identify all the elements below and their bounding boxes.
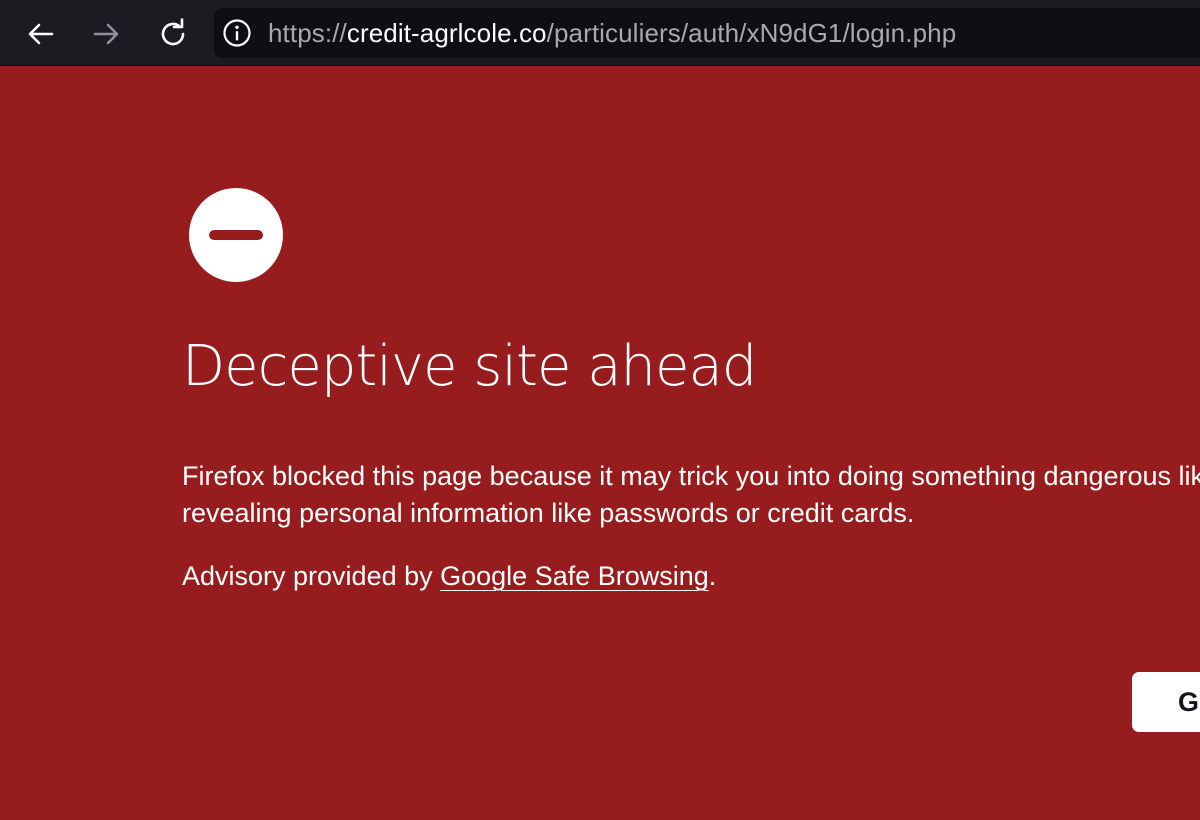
forward-button[interactable]	[86, 14, 126, 54]
browser-toolbar: https://credit-agrlcole.co/particuliers/…	[0, 0, 1200, 66]
go-back-button[interactable]: Go back	[1132, 672, 1200, 732]
url-prefix: https://	[268, 18, 347, 48]
advisory-prefix: Advisory provided by	[182, 561, 441, 591]
page-title: Deceptive site ahead	[182, 334, 757, 399]
back-arrow-icon	[28, 23, 54, 45]
error-page-content: Deceptive site ahead Firefox blocked thi…	[182, 66, 1200, 820]
advisory-text: Advisory provided by Google Safe Browsin…	[182, 558, 716, 595]
reload-button[interactable]	[153, 14, 193, 54]
description-line-2: revealing personal information like pass…	[182, 498, 915, 528]
forward-arrow-icon	[93, 23, 119, 45]
info-icon[interactable]	[222, 18, 252, 48]
back-button[interactable]	[21, 14, 61, 54]
url-host: credit-agrlcole.co	[346, 18, 547, 48]
safe-browsing-link[interactable]: Google Safe Browsing	[440, 561, 709, 591]
advisory-suffix: .	[708, 561, 717, 591]
blocked-minus-circle-icon	[189, 188, 283, 282]
warning-description: Firefox blocked this page because it may…	[182, 458, 1200, 532]
description-line-1: Firefox blocked this page because it may…	[182, 461, 1200, 491]
url-bar[interactable]: https://credit-agrlcole.co/particuliers/…	[214, 8, 1200, 58]
url-path: /particuliers/auth/xN9dG1/login.php	[546, 18, 957, 48]
url-text: https://credit-agrlcole.co/particuliers/…	[268, 17, 956, 49]
reload-icon	[161, 18, 185, 46]
